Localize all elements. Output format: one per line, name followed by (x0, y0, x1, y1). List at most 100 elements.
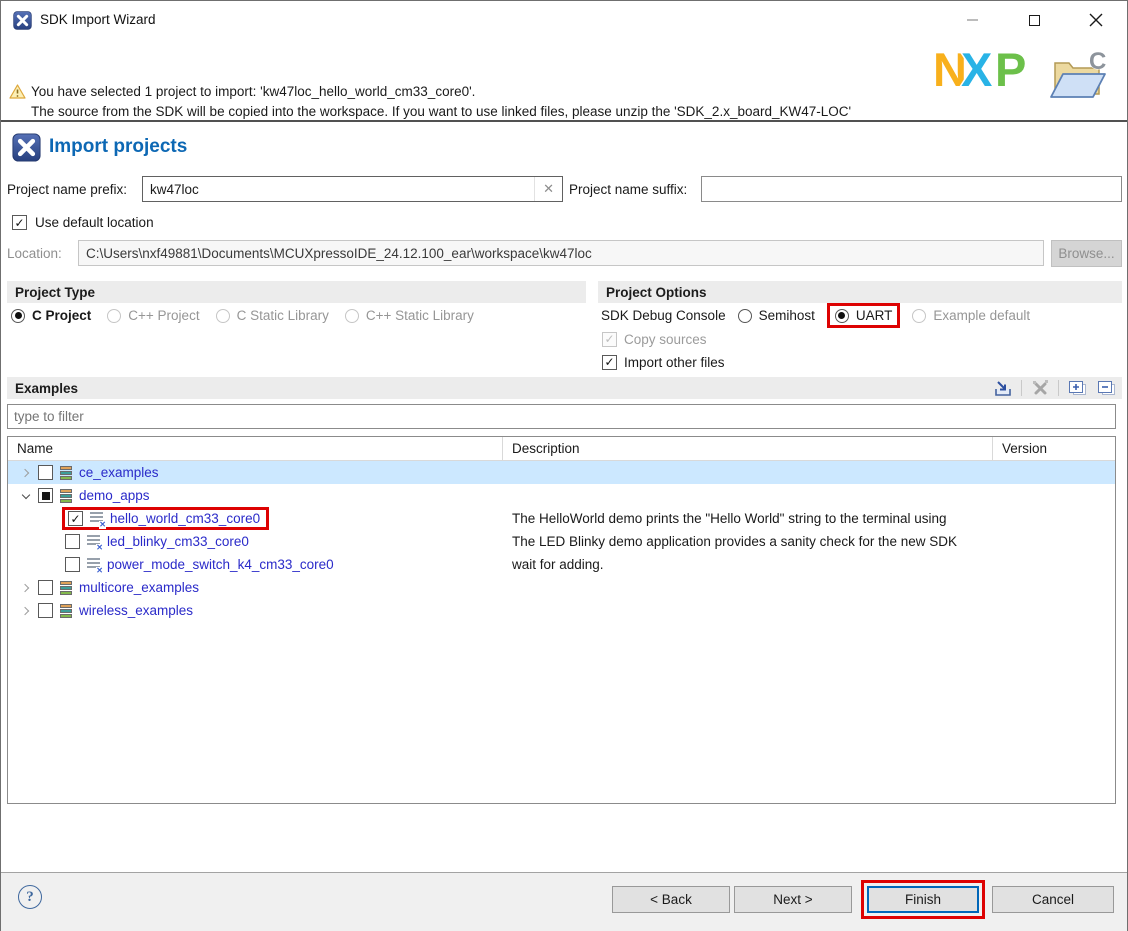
filter-input[interactable] (7, 404, 1116, 429)
project-name-prefix-input[interactable]: kw47loc ✕ (142, 176, 563, 202)
wireless_examples-checkbox[interactable] (38, 603, 53, 618)
mcuxpresso-app-icon (13, 11, 32, 30)
semihost-radio[interactable]: Semihost (738, 308, 815, 323)
power_mode_switch_k4_cm33_core0-checkbox[interactable] (65, 557, 80, 572)
copy-sources-checkbox: ✓ (602, 332, 617, 347)
window-title: SDK Import Wizard (40, 1, 156, 39)
c-static-library-radio: C Static Library (216, 308, 329, 323)
example-row-led_blinky_cm33_core0[interactable]: led_blinky_cm33_core0The LED Blinky demo… (8, 530, 1115, 553)
svg-text:C: C (1089, 48, 1106, 75)
tree-item: led_blinky_cm33_core0 (65, 534, 249, 549)
copy-sources-row: ✓Copy sources (602, 330, 725, 348)
project-type-options: C Project C++ Project C Static Library C++ … (11, 308, 474, 323)
radio-label: C Project (32, 308, 91, 323)
warning-message-line2: The source from the SDK will be copied i… (31, 104, 851, 119)
example-icon (87, 558, 100, 572)
example-description: wait for adding. (502, 553, 992, 576)
project-options-checkboxes: ✓Copy sources✓Import other files (602, 330, 725, 371)
table-header: Name Description Version (8, 437, 1115, 461)
toolbar-separator (1021, 380, 1022, 396)
page-title: Import projects (49, 136, 187, 158)
svg-text:X: X (961, 43, 992, 95)
examples-toolbar (992, 379, 1122, 397)
example-name-label[interactable]: ce_examples (79, 465, 159, 480)
chevron-right-icon[interactable] (18, 465, 34, 481)
location-label: Location: (7, 246, 62, 261)
example-name-label[interactable]: multicore_examples (79, 580, 199, 595)
next-button[interactable]: Next > (734, 886, 852, 913)
annotation-box: UART (827, 303, 901, 328)
hello_world_cm33_core0-checkbox[interactable]: ✓ (68, 511, 83, 526)
column-header-description[interactable]: Description (502, 437, 992, 460)
project-name-suffix-input[interactable] (701, 176, 1122, 202)
toolbar-separator (1058, 380, 1059, 396)
import-other-files-checkbox[interactable]: ✓ (602, 355, 617, 370)
example-row-hello_world_cm33_core0[interactable]: ✓hello_world_cm33_core0The HelloWorld de… (8, 507, 1115, 530)
column-header-version[interactable]: Version (992, 437, 1115, 460)
example-name-label[interactable]: hello_world_cm33_core0 (110, 511, 260, 526)
category-icon (60, 603, 72, 619)
close-button[interactable] (1065, 1, 1127, 39)
examples-header: Examples (7, 377, 1122, 399)
example-row-demo_apps[interactable]: demo_apps (8, 484, 1115, 507)
example-description (502, 484, 992, 507)
radio-icon (107, 309, 121, 323)
example-name-label[interactable]: power_mode_switch_k4_cm33_core0 (107, 557, 334, 572)
tree-item: power_mode_switch_k4_cm33_core0 (65, 557, 334, 572)
c-project-radio[interactable]: C Project (11, 308, 91, 323)
demo_apps-checkbox[interactable] (38, 488, 53, 503)
chevron-down-icon[interactable] (18, 488, 34, 504)
footer-bar: ? < BackNext > Finish Cancel (1, 872, 1127, 931)
example-version (992, 484, 1115, 507)
help-button[interactable]: ? (18, 885, 42, 909)
example-version (992, 461, 1115, 484)
location-field: C:\Users\nxf49881\Documents\MCUXpressoID… (78, 240, 1044, 266)
prefix-label: Project name prefix: (7, 182, 127, 197)
sdk-debug-console-label: SDK Debug Console (601, 308, 726, 323)
sdk-import-wizard-window: SDK Import Wizard You have selected 1 pr… (0, 0, 1128, 931)
example-row-multicore_examples[interactable]: multicore_examples (8, 576, 1115, 599)
title-bar: SDK Import Wizard (1, 1, 1127, 39)
chevron-right-icon[interactable] (18, 603, 34, 619)
chevron-right-icon[interactable] (18, 580, 34, 596)
example-name-label[interactable]: led_blinky_cm33_core0 (107, 534, 249, 549)
radio-label: C++ Project (128, 308, 199, 323)
example-row-wireless_examples[interactable]: wireless_examples (8, 599, 1115, 622)
cancel-button[interactable]: Cancel (992, 886, 1114, 913)
clear-selection-icon[interactable] (1029, 379, 1051, 397)
examples-title: Examples (15, 381, 78, 396)
import-example-icon[interactable] (992, 379, 1014, 397)
ce_examples-checkbox[interactable] (38, 465, 53, 480)
example-row-power_mode_switch_k4_cm33_core0[interactable]: power_mode_switch_k4_cm33_core0 wait for … (8, 553, 1115, 576)
maximize-button[interactable] (1003, 1, 1065, 39)
back-button[interactable]: < Back (612, 886, 730, 913)
banner: You have selected 1 project to import: '… (1, 39, 1127, 120)
example-row-ce_examples[interactable]: ce_examples (8, 461, 1115, 484)
clear-input-icon[interactable]: ✕ (534, 177, 562, 201)
collapse-all-icon[interactable] (1095, 379, 1117, 397)
finish-button[interactable]: Finish (867, 886, 979, 913)
radio-label: Example default (933, 308, 1030, 323)
suffix-label: Project name suffix: (569, 182, 687, 197)
close-icon (1089, 13, 1103, 27)
expand-all-icon[interactable] (1066, 379, 1088, 397)
radio-label: C++ Static Library (366, 308, 474, 323)
use-default-location-checkbox[interactable]: ✓ (12, 215, 27, 230)
led_blinky_cm33_core0-checkbox[interactable] (65, 534, 80, 549)
radio-icon (345, 309, 359, 323)
multicore_examples-checkbox[interactable] (38, 580, 53, 595)
c-static-library-radio: C++ Static Library (345, 308, 474, 323)
radio-label: Semihost (759, 308, 815, 323)
warning-icon (9, 84, 26, 99)
nxp-logo: NPX (931, 43, 1049, 95)
uart-radio[interactable]: UART (835, 308, 893, 323)
example-name-label[interactable]: demo_apps (79, 488, 150, 503)
minimize-button[interactable] (941, 1, 1003, 39)
example-version (992, 507, 1115, 530)
example-name-label[interactable]: wireless_examples (79, 603, 193, 618)
svg-text:P: P (995, 43, 1026, 95)
column-header-name[interactable]: Name (8, 437, 502, 460)
tree-item: demo_apps (38, 488, 150, 504)
example-description (502, 576, 992, 599)
tree-item: ce_examples (38, 465, 159, 481)
